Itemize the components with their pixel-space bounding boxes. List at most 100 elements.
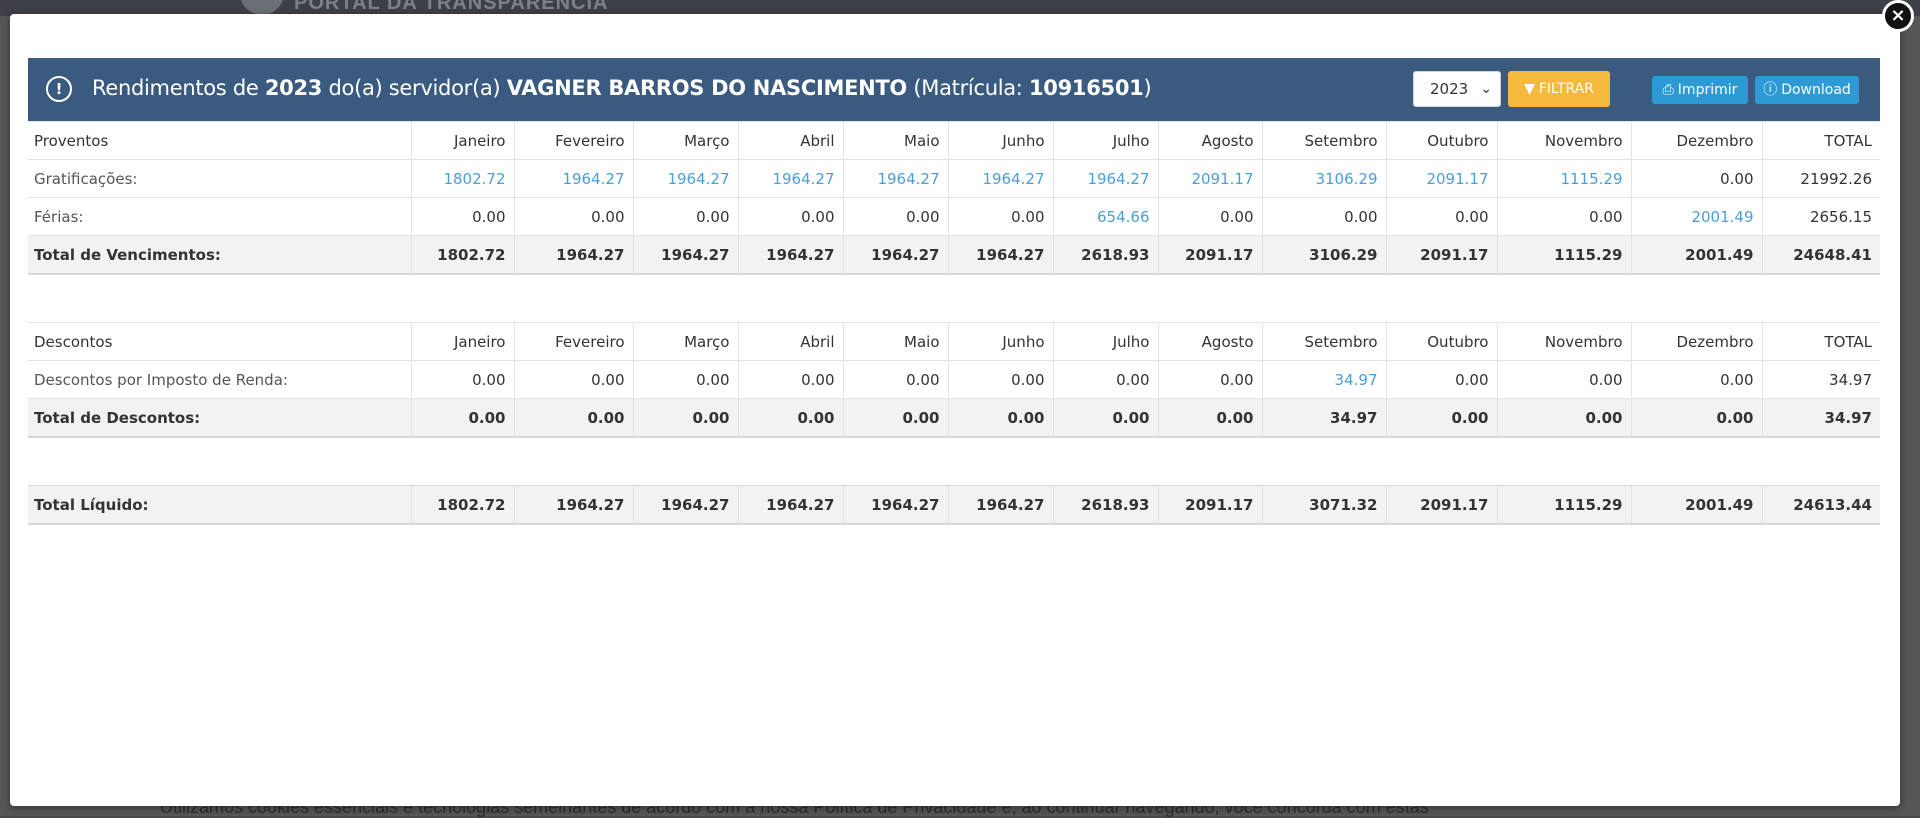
- total-cell: 1964.27: [633, 485, 739, 525]
- column-header: Novembro: [1497, 121, 1632, 160]
- value-cell: 0.00: [1497, 360, 1632, 399]
- filter-button[interactable]: ▼ FILTRAR: [1508, 71, 1610, 107]
- exclamation-circle-icon: !: [46, 76, 72, 102]
- title-mid: do(a) servidor(a): [322, 76, 507, 100]
- value-link[interactable]: 1802.72: [411, 159, 515, 198]
- total-cell: 2618.93: [1053, 235, 1159, 275]
- column-header: Junho: [948, 322, 1054, 361]
- year-select-value: 2023: [1430, 80, 1469, 98]
- liquido-table: Total Líquido: 1802.72 1964.27 1964.27 1…: [28, 485, 1880, 525]
- value-cell: 0.00: [1631, 360, 1763, 399]
- value-cell: 0.00: [1497, 197, 1632, 236]
- value-link[interactable]: 1964.27: [948, 159, 1054, 198]
- total-cell: 1802.72: [411, 485, 515, 525]
- total-cell: 0.00: [1497, 398, 1632, 438]
- matricula-number: 10916501: [1028, 76, 1144, 100]
- total-cell: 2091.17: [1158, 485, 1263, 525]
- column-header: Proventos: [28, 121, 412, 160]
- total-cell: 1964.27: [633, 235, 739, 275]
- proventos-table: Proventos Janeiro Fevereiro Março Abril …: [28, 121, 1880, 275]
- value-link[interactable]: 1964.27: [514, 159, 634, 198]
- title-year: 2023: [264, 76, 323, 100]
- column-header: Março: [633, 121, 739, 160]
- total-cell: 0.00: [843, 398, 949, 438]
- total-cell: 1115.29: [1497, 235, 1632, 275]
- value-link[interactable]: 1964.27: [843, 159, 949, 198]
- row-total-cell: 2656.15: [1762, 197, 1880, 236]
- column-header: Julho: [1053, 322, 1159, 361]
- modal-title: Rendimentos de 2023 do(a) servidor(a) VA…: [92, 76, 1152, 100]
- value-cell: 0.00: [948, 360, 1054, 399]
- value-link[interactable]: 1115.29: [1497, 159, 1632, 198]
- value-link[interactable]: 2091.17: [1386, 159, 1498, 198]
- column-header: Fevereiro: [514, 121, 634, 160]
- year-select[interactable]: 2023 ⌄: [1413, 71, 1501, 107]
- total-cell: 2001.49: [1631, 485, 1763, 525]
- column-header: Novembro: [1497, 322, 1632, 361]
- total-cell: 2618.93: [1053, 485, 1159, 525]
- total-cell: 1964.27: [948, 235, 1054, 275]
- value-cell: 0.00: [1158, 197, 1263, 236]
- value-cell: 0.00: [1158, 360, 1263, 399]
- value-link[interactable]: 2091.17: [1158, 159, 1263, 198]
- column-header: Descontos: [28, 322, 412, 361]
- total-cell: 0.00: [948, 398, 1054, 438]
- column-header: Junho: [948, 121, 1054, 160]
- column-header: Abril: [738, 121, 844, 160]
- total-cell: 1964.27: [738, 485, 844, 525]
- total-cell: 0.00: [1158, 398, 1263, 438]
- value-cell: 0.00: [1386, 197, 1498, 236]
- title-prefix: Rendimentos de: [92, 76, 265, 100]
- proventos-header-row: Proventos Janeiro Fevereiro Março Abril …: [28, 121, 1880, 160]
- row-label: Total de Vencimentos:: [28, 235, 412, 275]
- printer-icon: ⎙: [1662, 82, 1674, 98]
- total-cell: 0.00: [514, 398, 634, 438]
- value-link[interactable]: 2001.49: [1631, 197, 1763, 236]
- column-header: TOTAL: [1762, 121, 1880, 160]
- total-cell: 0.00: [1053, 398, 1159, 438]
- download-button-label: Download: [1781, 82, 1851, 98]
- column-header: Fevereiro: [514, 322, 634, 361]
- descontos-table: Descontos Janeiro Fevereiro Março Abril …: [28, 322, 1880, 438]
- total-cell: 1964.27: [738, 235, 844, 275]
- total-cell: 1964.27: [843, 235, 949, 275]
- total-cell: 1964.27: [514, 485, 634, 525]
- column-header: Setembro: [1262, 322, 1387, 361]
- total-cell: 1964.27: [948, 485, 1054, 525]
- value-cell: 0.00: [1262, 197, 1387, 236]
- column-header: Maio: [843, 121, 949, 160]
- download-button[interactable]: ⓘ Download: [1755, 76, 1859, 104]
- value-link[interactable]: 1964.27: [633, 159, 739, 198]
- value-cell: 0.00: [411, 360, 515, 399]
- value-link[interactable]: 654.66: [1053, 197, 1159, 236]
- total-cell: 24648.41: [1762, 235, 1880, 275]
- total-vencimentos-row: Total de Vencimentos: 1802.72 1964.27 19…: [28, 235, 1880, 275]
- print-button[interactable]: ⎙ Imprimir: [1652, 76, 1748, 104]
- column-header: Outubro: [1386, 322, 1498, 361]
- row-label: Gratificações:: [28, 159, 412, 198]
- column-header: Outubro: [1386, 121, 1498, 160]
- value-cell: 0.00: [411, 197, 515, 236]
- value-link[interactable]: 3106.29: [1262, 159, 1387, 198]
- total-cell: 34.97: [1762, 398, 1880, 438]
- column-header: Agosto: [1158, 322, 1263, 361]
- value-cell: 0.00: [1053, 360, 1159, 399]
- value-link[interactable]: 1964.27: [1053, 159, 1159, 198]
- total-cell: 0.00: [633, 398, 739, 438]
- value-link[interactable]: 1964.27: [738, 159, 844, 198]
- total-cell: 1802.72: [411, 235, 515, 275]
- value-cell: 0.00: [738, 197, 844, 236]
- portal-seal-icon: [240, 0, 284, 15]
- value-link[interactable]: 34.97: [1262, 360, 1387, 399]
- column-header: Janeiro: [411, 322, 515, 361]
- modal-header: ! Rendimentos de 2023 do(a) servidor(a) …: [28, 58, 1880, 122]
- total-cell: 3071.32: [1262, 485, 1387, 525]
- print-button-label: Imprimir: [1677, 82, 1738, 98]
- column-header: Dezembro: [1631, 121, 1763, 160]
- title-suffix: ): [1143, 76, 1152, 100]
- total-cell: 2091.17: [1386, 485, 1498, 525]
- employee-name: VAGNER BARROS DO NASCIMENTO: [506, 76, 908, 100]
- row-label: Descontos por Imposto de Renda:: [28, 360, 412, 399]
- column-header: TOTAL: [1762, 322, 1880, 361]
- close-modal-button[interactable]: ×: [1882, 0, 1914, 32]
